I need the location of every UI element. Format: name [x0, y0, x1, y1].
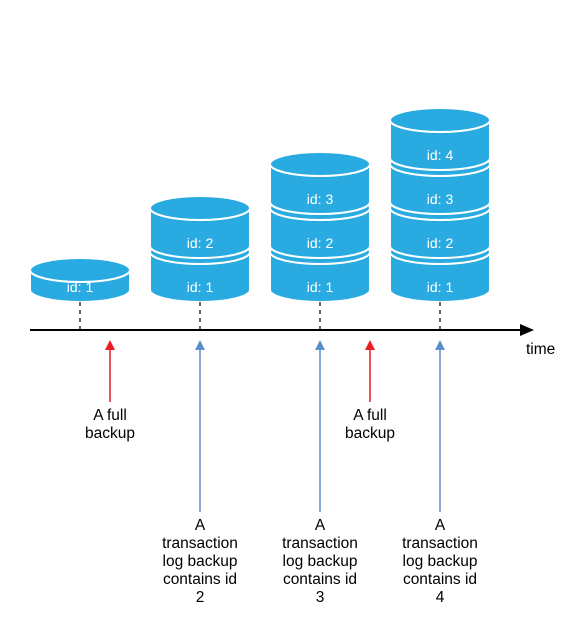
backup-timeline-diagram: id: 1 id: 1 id: 2 id: 1 id: 2 id: 3 id: 1 id: 2… — [0, 0, 578, 638]
disk-label: id: 2 — [187, 235, 214, 251]
disk-label: id: 4 — [427, 147, 454, 163]
event-1-label-line-4: 2 — [196, 589, 205, 606]
event-1-tlog: Atransactionlog backupcontains id2 — [162, 340, 238, 606]
event-0-label-line-0: A full — [93, 407, 127, 424]
disk-label: id: 1 — [187, 279, 214, 295]
event-2-tlog: Atransactionlog backupcontains id3 — [282, 340, 358, 606]
disk-label: id: 3 — [427, 191, 454, 207]
event-4-label-line-3: contains id — [403, 571, 477, 588]
event-3-label-line-1: backup — [345, 425, 395, 442]
event-1-label-line-1: transaction — [162, 535, 238, 552]
stack-0-disk-0: id: 1 — [30, 258, 130, 302]
stack-3-disk-3: id: 4 — [390, 108, 490, 170]
disk-label: id: 2 — [307, 235, 334, 251]
stack-1-disk-1: id: 2 — [150, 196, 250, 258]
event-4-label-line-2: log backup — [403, 553, 478, 570]
event-0-full: A fullbackup — [85, 340, 135, 442]
event-4-label-line-0: A — [435, 517, 446, 534]
event-3-label-line-0: A full — [353, 407, 387, 424]
event-2-label-line-2: log backup — [283, 553, 358, 570]
stack-2-disk-2: id: 3 — [270, 152, 370, 214]
disk-label: id: 1 — [67, 279, 94, 295]
time-axis-label: time — [526, 341, 555, 358]
event-4-tlog: Atransactionlog backupcontains id4 — [402, 340, 478, 606]
disk-label: id: 1 — [307, 279, 334, 295]
disk-label: id: 2 — [427, 235, 454, 251]
time-axis-arrowhead — [520, 324, 534, 336]
event-4-label-line-1: transaction — [402, 535, 478, 552]
event-2-label-line-1: transaction — [282, 535, 358, 552]
event-2-label-line-4: 3 — [316, 589, 325, 606]
event-0-label-line-1: backup — [85, 425, 135, 442]
event-4-label-line-4: 4 — [436, 589, 445, 606]
disk-label: id: 3 — [307, 191, 334, 207]
disk-label: id: 1 — [427, 279, 454, 295]
event-1-label-line-2: log backup — [163, 553, 238, 570]
event-3-full: A fullbackup — [345, 340, 395, 442]
event-2-label-line-0: A — [315, 517, 326, 534]
event-2-label-line-3: contains id — [283, 571, 357, 588]
event-1-label-line-3: contains id — [163, 571, 237, 588]
event-1-label-line-0: A — [195, 517, 206, 534]
